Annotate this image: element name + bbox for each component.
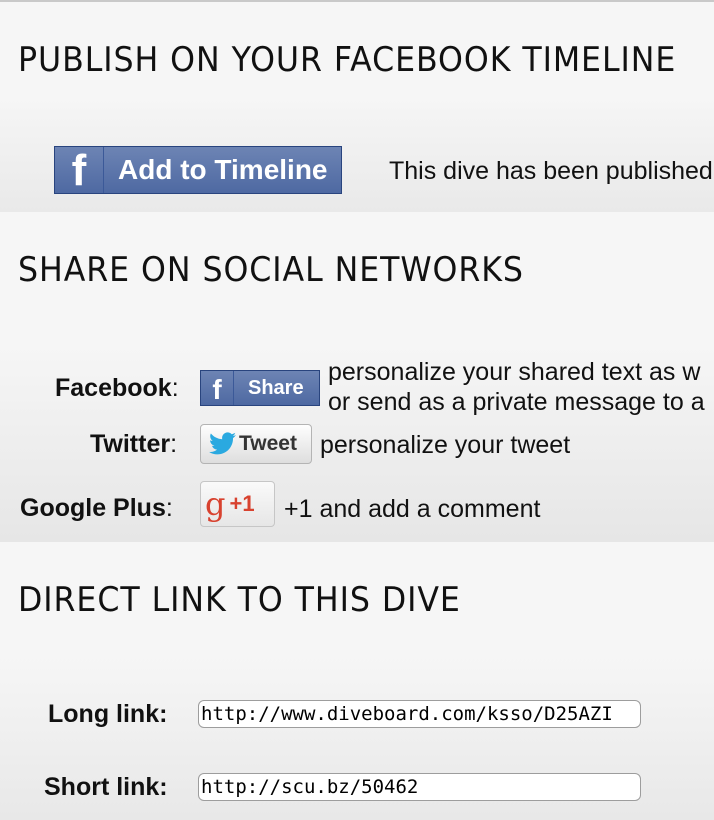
facebook-share-description-line2: or send as a private message to a xyxy=(328,388,705,416)
long-link-label: Long link: xyxy=(48,700,168,728)
direct-link-section-title: DIRECT LINK TO THIS DIVE xyxy=(18,580,461,620)
google-g-icon: g xyxy=(205,485,226,523)
twitter-row-label: Twitter: xyxy=(90,430,178,458)
facebook-share-description-line1: personalize your shared text as w xyxy=(328,358,701,386)
short-link-label: Short link: xyxy=(44,773,168,801)
facebook-f-icon: f xyxy=(55,147,104,193)
facebook-share-button[interactable]: f Share xyxy=(200,370,320,406)
add-to-timeline-button[interactable]: f Add to Timeline xyxy=(54,146,342,194)
facebook-share-label: Share xyxy=(248,376,304,399)
twitter-bird-icon xyxy=(207,432,237,456)
google-plus-row-label: Google Plus: xyxy=(20,494,173,522)
google-plus-description: +1 and add a comment xyxy=(284,495,541,523)
tweet-button[interactable]: Tweet xyxy=(200,424,312,464)
facebook-f-icon: f xyxy=(201,371,234,405)
share-section-title: SHARE ON SOCIAL NETWORKS xyxy=(18,250,524,290)
twitter-description: personalize your tweet xyxy=(320,431,571,459)
published-status-text: This dive has been published xyxy=(389,157,713,185)
plus-one-label: +1 xyxy=(229,491,255,516)
long-link-field[interactable] xyxy=(198,700,641,728)
facebook-row-label: Facebook: xyxy=(55,374,179,402)
tweet-label: Tweet xyxy=(239,432,297,455)
google-plus-one-button[interactable]: g +1 xyxy=(200,481,275,527)
short-link-field[interactable] xyxy=(198,773,641,801)
add-to-timeline-label: Add to Timeline xyxy=(118,154,328,185)
publish-section-title: PUBLISH ON YOUR FACEBOOK TIMELINE xyxy=(18,40,677,80)
